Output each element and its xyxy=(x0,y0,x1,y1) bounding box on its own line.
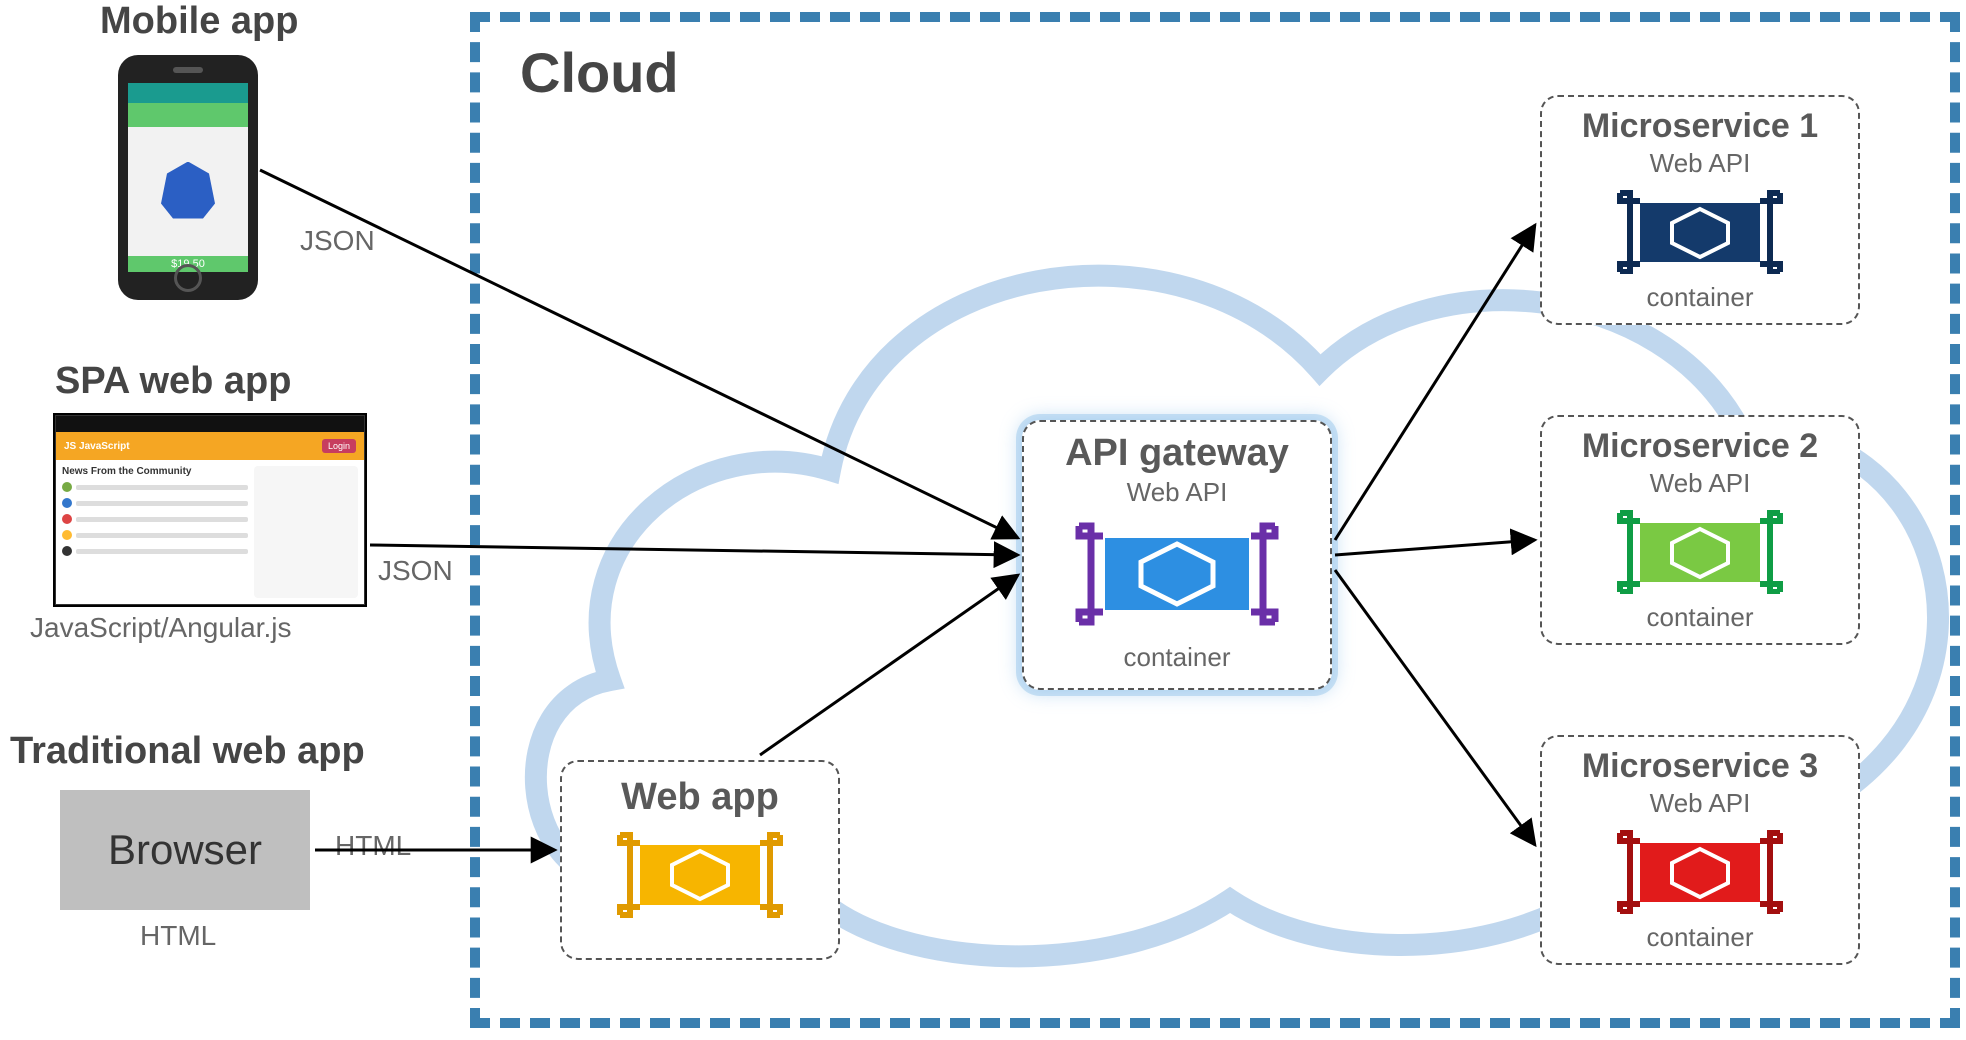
edge-gateway-to-ms3 xyxy=(1335,570,1535,845)
edge-gateway-to-ms2 xyxy=(1335,540,1535,555)
edge-gateway-to-ms1 xyxy=(1335,225,1535,540)
edges-layer xyxy=(0,0,1966,1040)
edge-webapp-to-gateway xyxy=(760,575,1018,755)
edge-spa-to-gateway xyxy=(370,545,1018,555)
edge-mobile-to-gateway xyxy=(260,170,1018,538)
